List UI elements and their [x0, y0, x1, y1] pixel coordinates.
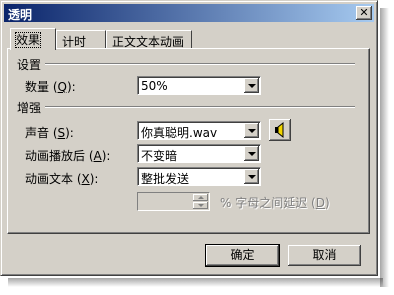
after-animation-value: 不变暗: [141, 149, 178, 163]
enhance-section-title: 增强: [17, 99, 46, 116]
sound-select[interactable]: 你真聪明.wav: [137, 121, 261, 140]
window-shadow-right: [380, 8, 389, 287]
quantity-label-prefix: 数量 (: [25, 80, 58, 94]
after-animation-label-prefix: 动画播放后 (: [25, 149, 94, 163]
speaker-icon: [275, 121, 284, 139]
close-icon: ✕: [359, 6, 369, 19]
letter-delay-label-prefix: % 字母之间延迟 (: [220, 196, 316, 210]
letter-delay-spinner[interactable]: [137, 192, 210, 211]
sound-label-accel: S: [57, 126, 66, 140]
animate-text-value: 整批发送: [141, 172, 190, 186]
settings-section-title: 设置: [17, 56, 46, 73]
letter-delay-label: % 字母之间延迟 (D): [220, 194, 330, 211]
tab-timing-label: 计时: [62, 35, 87, 49]
settings-divider: [45, 63, 355, 65]
ok-button[interactable]: 确定: [205, 244, 280, 267]
animate-text-label-accel: X: [81, 172, 90, 186]
quantity-select[interactable]: 50%: [137, 76, 261, 95]
quantity-label-suffix: ):: [66, 80, 76, 94]
chevron-down-icon[interactable]: [244, 78, 259, 93]
after-animation-select[interactable]: 不变暗: [137, 144, 261, 163]
animate-text-label-suffix: ):: [89, 172, 99, 186]
chevron-down-icon[interactable]: [244, 123, 259, 138]
chevron-down-icon[interactable]: [244, 169, 259, 184]
tab-timing[interactable]: 计时: [56, 30, 106, 49]
quantity-value: 50%: [141, 79, 168, 93]
quantity-label: 数量 (Q):: [25, 78, 76, 95]
title-bar[interactable]: 透明 ✕: [4, 4, 374, 22]
after-animation-label: 动画播放后 (A):: [25, 147, 110, 164]
cancel-button[interactable]: 取消: [288, 245, 361, 266]
sound-label-prefix: 声音 (: [25, 126, 58, 140]
animate-text-label: 动画文本 (X):: [25, 170, 98, 187]
chevron-down-icon[interactable]: [244, 146, 259, 161]
spin-down-icon[interactable]: [193, 202, 208, 209]
letter-delay-label-suffix: ): [324, 196, 330, 210]
tab-effects-label: 效果: [14, 32, 42, 48]
after-animation-label-accel: A: [93, 149, 102, 163]
play-sound-button[interactable]: [269, 119, 291, 141]
sound-value: 你真聪明.wav: [141, 126, 218, 140]
spin-up-icon[interactable]: [193, 194, 208, 201]
close-button[interactable]: ✕: [356, 6, 372, 20]
spinner-buttons: [193, 194, 208, 209]
animate-text-label-prefix: 动画文本 (: [25, 172, 82, 186]
tab-text-animation[interactable]: 正文文本动画: [106, 30, 192, 49]
tab-effects[interactable]: 效果: [10, 28, 56, 50]
after-animation-label-suffix: ):: [101, 149, 111, 163]
sound-label-suffix: ):: [65, 126, 74, 140]
enhance-divider: [45, 106, 355, 108]
tab-text-animation-label: 正文文本动画: [112, 35, 185, 49]
quantity-label-accel: Q: [57, 80, 67, 94]
letter-delay-label-accel: D: [315, 196, 325, 210]
sound-label: 声音 (S):: [25, 124, 74, 141]
window-shadow-bottom: [8, 278, 383, 287]
animate-text-select[interactable]: 整批发送: [137, 167, 261, 186]
window-title: 透明: [8, 8, 33, 22]
